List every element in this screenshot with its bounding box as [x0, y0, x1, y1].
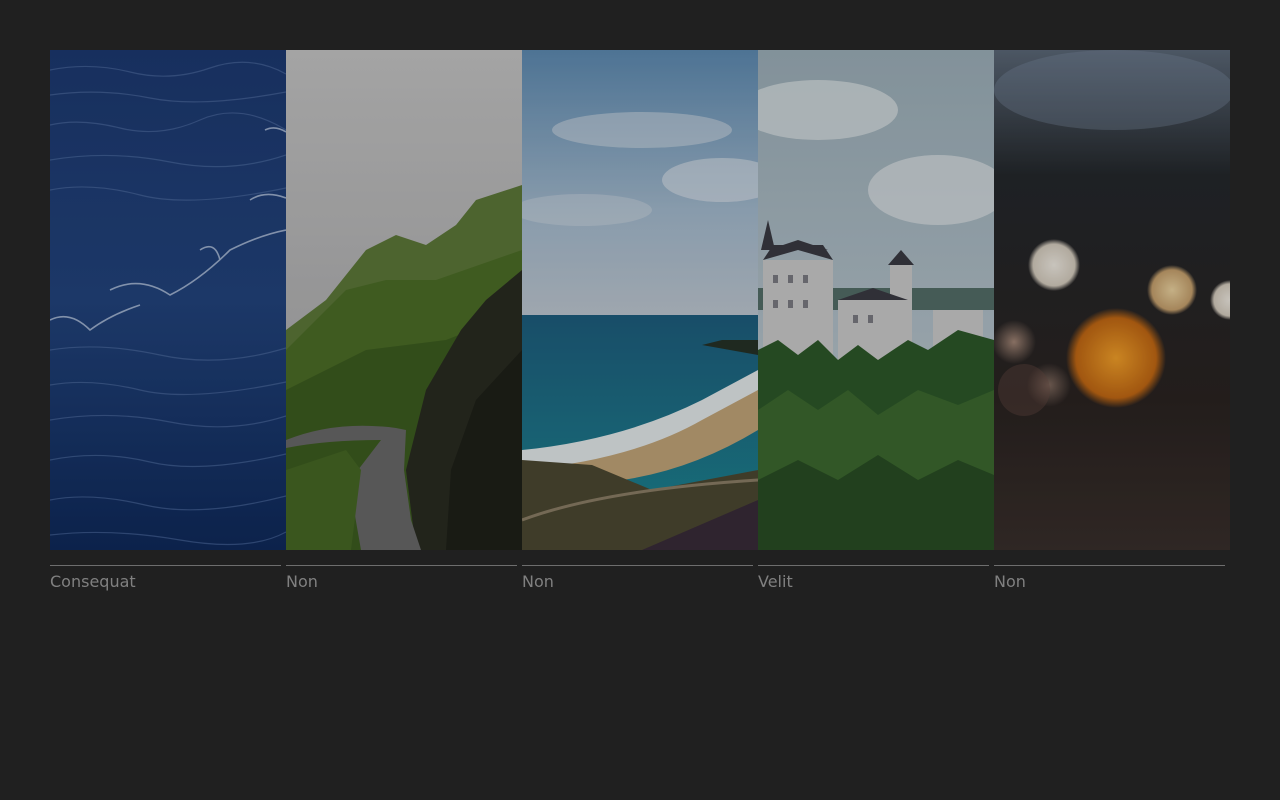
- caption-label[interactable]: Non: [522, 572, 753, 592]
- gallery-slide-castle[interactable]: [758, 50, 994, 550]
- gallery-slide-bokeh[interactable]: [994, 50, 1230, 550]
- caption-divider: [50, 565, 281, 566]
- gallery-slide-ocean[interactable]: [50, 50, 286, 550]
- caption-label[interactable]: Velit: [758, 572, 989, 592]
- coastal-beach-photo: [522, 50, 758, 550]
- gallery-captions: Consequat Non Non Velit Non: [50, 565, 1230, 592]
- caption-label[interactable]: Non: [994, 572, 1225, 592]
- caption-divider: [758, 565, 989, 566]
- green-mountain-road-photo: [286, 50, 522, 550]
- castle-forest-photo: [758, 50, 994, 550]
- caption-item: Non: [994, 565, 1230, 592]
- ocean-waves-photo: [50, 50, 286, 550]
- caption-label[interactable]: Non: [286, 572, 517, 592]
- image-gallery: [50, 50, 1230, 550]
- caption-divider: [522, 565, 753, 566]
- caption-item: Non: [286, 565, 522, 592]
- caption-item: Velit: [758, 565, 994, 592]
- caption-item: Non: [522, 565, 758, 592]
- caption-divider: [994, 565, 1225, 566]
- caption-divider: [286, 565, 517, 566]
- caption-label[interactable]: Consequat: [50, 572, 281, 592]
- bokeh-lights-photo: [994, 50, 1230, 550]
- caption-item: Consequat: [50, 565, 286, 592]
- gallery-slide-mountain[interactable]: [286, 50, 522, 550]
- gallery-slide-coast[interactable]: [522, 50, 758, 550]
